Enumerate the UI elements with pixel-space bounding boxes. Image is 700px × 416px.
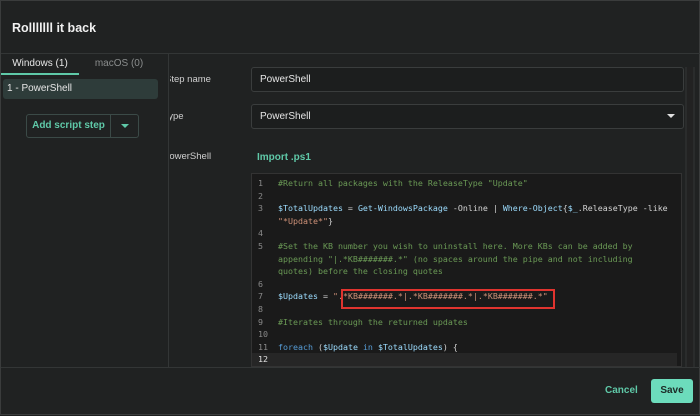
line-text: ​ xyxy=(278,328,677,341)
code-line: 3 $TotalUpdates = Get-WindowsPackage -Onl… xyxy=(252,202,677,227)
chevron-down-icon xyxy=(667,114,675,118)
type-label: Type xyxy=(170,111,184,122)
highlight-box xyxy=(341,289,555,309)
code-token: ) { xyxy=(442,341,458,352)
line-number: 8 xyxy=(258,303,263,314)
code-line: 11 foreach ($Update in $TotalUpdates) { xyxy=(252,341,677,354)
code-line: 9 #Iterates through the returned updates xyxy=(252,316,677,329)
powershell-label: PowerShell xyxy=(170,151,212,162)
code-token: #Iterates through the returned updates xyxy=(278,316,468,327)
line-text: $TotalUpdates = Get-WindowsPackage -Onli… xyxy=(278,202,677,227)
add-step-dropdown-button[interactable] xyxy=(111,115,138,137)
code-line: 5 #Set the KB number you wish to uninstal… xyxy=(252,240,677,278)
code-token: $Update xyxy=(322,341,358,352)
caret-down-icon xyxy=(120,124,129,128)
code-token: #Set the KB number you wish to uninstall… xyxy=(278,240,638,277)
line-number: 9 xyxy=(258,316,263,327)
import-ps1-link[interactable]: Import .ps1 xyxy=(257,152,311,163)
code-token: $TotalUpdates xyxy=(377,341,443,352)
code-token: in xyxy=(362,341,373,352)
step-name-input[interactable]: PowerShell xyxy=(251,67,684,92)
code-token: $Updates xyxy=(278,291,318,302)
code-token: } xyxy=(327,215,333,226)
line-number: 6 xyxy=(258,278,263,289)
code-line: 4​ xyxy=(252,227,677,240)
code-token: .ReleaseType -like xyxy=(577,203,673,214)
dialog-title: Rolllllll it back xyxy=(12,21,97,35)
code-token: = xyxy=(317,291,333,302)
line-text: ​ xyxy=(278,227,677,240)
code-token: foreach xyxy=(278,341,313,352)
code-token: = xyxy=(342,203,358,214)
code-token: Where-Object xyxy=(502,203,563,214)
step-name-label: Step name xyxy=(170,74,211,85)
code-token: ( xyxy=(312,341,323,352)
step-form: Step name PowerShell Type PowerShell Pow… xyxy=(170,54,700,367)
line-number: 11 xyxy=(258,341,268,352)
line-text: #Set the KB number you wish to uninstall… xyxy=(278,240,677,278)
line-number: 7 xyxy=(258,291,263,302)
code-editor[interactable]: 1 #Return all packages with the ReleaseTy… xyxy=(251,173,682,367)
save-button[interactable]: Save xyxy=(651,379,693,403)
type-value: PowerShell xyxy=(260,111,311,122)
steps-panel: Windows (1) macOS (0) 1 - PowerShell Add… xyxy=(1,54,169,367)
line-number: 10 xyxy=(258,329,268,340)
line-number: 12 xyxy=(258,354,268,365)
code-token: #Return all packages with the ReleaseTyp… xyxy=(278,178,528,188)
code-token: Get-WindowsPackage xyxy=(357,203,448,214)
code-line: 2​ xyxy=(252,190,677,203)
line-text: foreach ($Update in $TotalUpdates) { xyxy=(278,341,677,354)
code-lines: 1 #Return all packages with the ReleaseTy… xyxy=(252,177,677,366)
line-text: ​ xyxy=(278,190,677,203)
line-number: 1 xyxy=(258,178,263,188)
line-number: 2 xyxy=(258,190,263,201)
step-item[interactable]: 1 - PowerShell xyxy=(3,79,158,99)
code-line: 12 ​ xyxy=(252,353,677,366)
line-number: 5 xyxy=(258,240,263,251)
line-number: 4 xyxy=(258,228,263,239)
dialog-footer: Cancel Save xyxy=(1,367,700,416)
code-token: $_ xyxy=(567,203,578,214)
cancel-button[interactable]: Cancel xyxy=(605,385,638,396)
code-token: -Online | xyxy=(447,203,503,214)
scrollbar-thumb[interactable] xyxy=(687,67,693,367)
code-token: "*Update*" xyxy=(278,215,328,226)
script-dialog: Rolllllll it back Windows (1) macOS (0) … xyxy=(0,0,700,415)
line-number: 3 xyxy=(258,203,263,214)
add-script-step-button-group: Add script step xyxy=(26,114,139,138)
scrollbar[interactable] xyxy=(685,67,695,367)
dialog-header: Rolllllll it back xyxy=(1,1,700,54)
type-select[interactable]: PowerShell xyxy=(251,104,684,129)
code-line: 10 ​ xyxy=(252,328,677,341)
line-text: ​ xyxy=(278,353,677,366)
add-script-step-button[interactable]: Add script step xyxy=(27,115,111,137)
code-line: 1 #Return all packages with the ReleaseTy… xyxy=(252,177,677,190)
line-text: #Return all packages with the ReleaseTyp… xyxy=(278,177,677,190)
line-text: #Iterates through the returned updates xyxy=(278,316,677,329)
tab-macos[interactable]: macOS (0) xyxy=(83,58,155,75)
code-token: $TotalUpdates xyxy=(278,203,343,214)
tab-windows[interactable]: Windows (1) xyxy=(1,58,79,75)
